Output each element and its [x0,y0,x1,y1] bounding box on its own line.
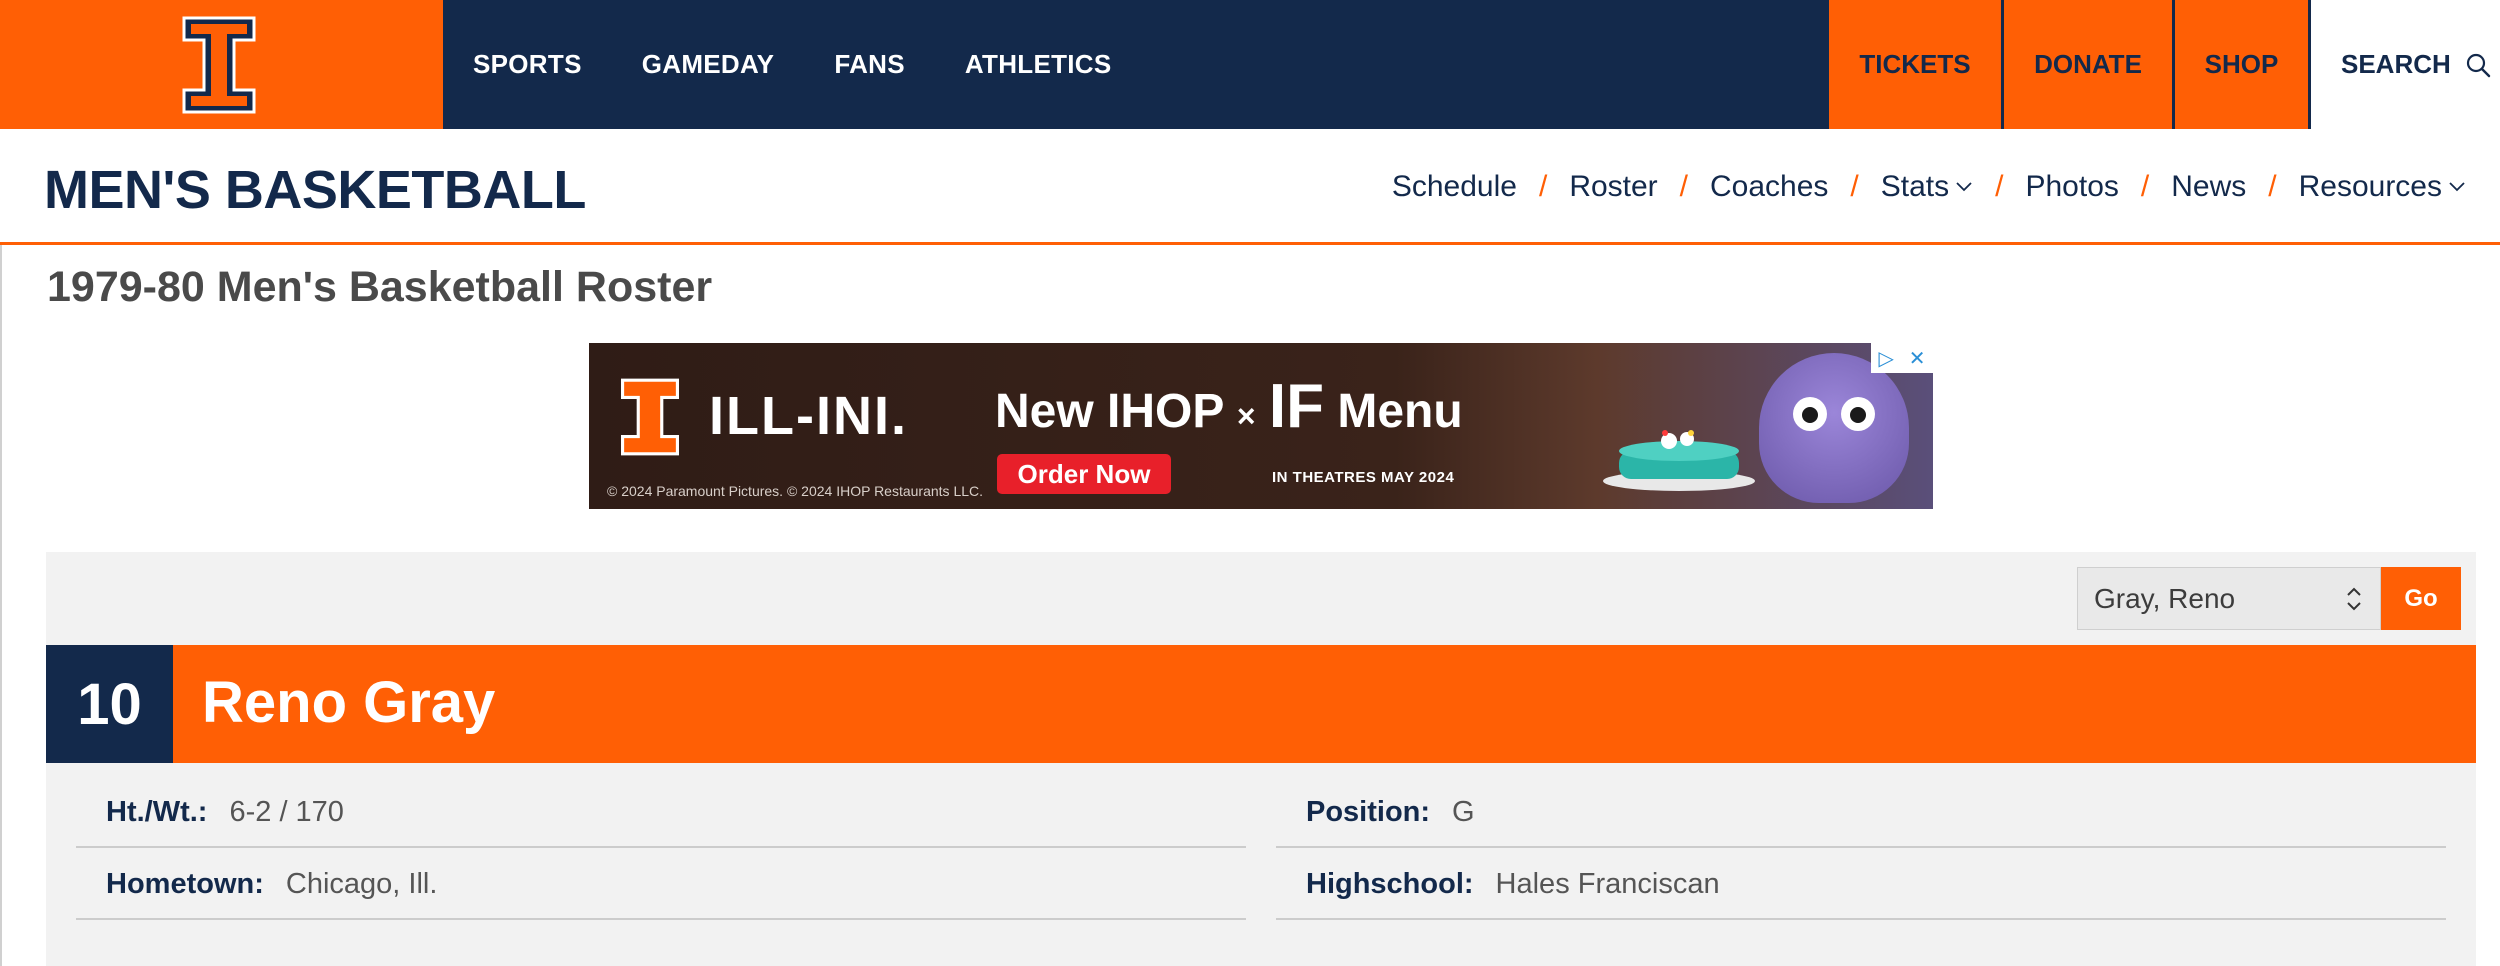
illinois-logo-link[interactable] [0,0,443,129]
sport-nav-resources[interactable]: Resources [2299,170,2466,204]
sport-nav-resources-label: Resources [2298,170,2442,203]
sport-title[interactable]: MEN'S BASKETBALL [44,159,586,221]
position-label: Position: [1306,795,1431,828]
ad-headline-x: × [1236,398,1256,434]
block-i-logo-icon [182,16,256,114]
ad-headline-ihop: IHOP [1107,385,1224,438]
search-icon [2466,53,2490,77]
page-left-border [0,245,2,966]
eye-icon [1793,397,1827,431]
sport-nav-news[interactable]: News [2171,170,2246,204]
highschool-row: Highschool: Hales Franciscan [1276,850,2446,920]
top-navigation-bar: SPORTS GAMEDAY FANS ATHLETICS TICKETS DO… [0,0,2500,129]
sport-nav: Schedule / Roster / Coaches / Stats / Ph… [1392,129,2466,245]
block-i-logo-icon [621,378,679,456]
shop-button[interactable]: SHOP [2175,0,2308,129]
nav-separator: / [1538,170,1548,203]
player-name: Reno Gray [202,670,496,735]
eye-icon [1841,397,1875,431]
nav-gameday[interactable]: GAMEDAY [642,49,775,80]
ad-choices-badge[interactable]: ▷ ✕ [1871,343,1933,373]
nav-separator: / [1850,170,1859,203]
height-weight-row: Ht./Wt.: 6-2 / 170 [76,778,1246,848]
nav-separator: / [2140,170,2150,203]
ad-character-image [1759,353,1909,503]
pancake-stack-icon [1603,430,1755,491]
nav-separator: / [2268,170,2277,203]
height-weight-value: 6-2 / 170 [229,795,344,828]
ad-headline-menu: Menu [1337,385,1463,438]
hometown-label: Hometown: [106,867,264,900]
sport-nav-stats[interactable]: Stats [1881,170,1973,204]
player-select[interactable]: Gray, Reno [2077,567,2381,630]
nav-athletics[interactable]: ATHLETICS [965,49,1112,80]
sport-header: MEN'S BASKETBALL Schedule / Roster / Coa… [0,129,2500,245]
search-label: SEARCH [2341,49,2451,79]
player-select-value: Gray, Reno [2094,582,2236,614]
donate-button[interactable]: DONATE [2004,0,2172,129]
tickets-button[interactable]: TICKETS [1829,0,2001,129]
position-row: Position: G [1276,778,2446,848]
ad-order-now-button[interactable]: Order Now [997,454,1171,494]
hometown-row: Hometown: Chicago, Ill. [76,850,1246,920]
sport-nav-roster[interactable]: Roster [1569,170,1657,204]
ad-brand-text: ILL-INI. [709,386,908,446]
ad-headline: New IHOP × IF Menu [995,371,1463,442]
chevron-down-icon [2449,182,2465,192]
go-button[interactable]: Go [2381,567,2461,630]
highschool-label: Highschool: [1306,867,1474,900]
ad-headline-new: New [995,385,1094,438]
nav-separator: / [1995,170,2004,203]
sport-nav-coaches[interactable]: Coaches [1710,170,1828,204]
ad-copyright: © 2024 Paramount Pictures. © 2024 IHOP R… [607,483,984,499]
position-value: G [1452,795,1475,828]
select-arrows-icon [2347,587,2361,611]
ad-choices-icon[interactable]: ▷ [1878,346,1893,371]
nav-fans[interactable]: FANS [834,49,905,80]
sport-nav-schedule[interactable]: Schedule [1392,170,1517,204]
nav-separator: / [1679,170,1689,203]
hometown-value: Chicago, Ill. [285,867,438,900]
sport-nav-photos[interactable]: Photos [2025,170,2118,204]
highschool-value: Hales Franciscan [1495,867,1720,900]
height-weight-label: Ht./Wt.: [106,795,208,828]
main-nav: SPORTS GAMEDAY FANS ATHLETICS [473,0,1112,129]
ad-headline-if: IF [1268,372,1325,441]
advertisement-banner[interactable]: ILL-INI. New IHOP × IF Menu Order Now © … [589,343,1933,509]
page-title: 1979-80 Men's Basketball Roster [47,263,713,311]
jersey-number: 10 [46,645,173,763]
ad-release-date: IN THEATRES MAY 2024 [1272,469,1455,486]
nav-sports[interactable]: SPORTS [473,49,582,80]
chevron-down-icon [1956,182,1972,192]
sport-nav-stats-label: Stats [1880,170,1950,203]
close-icon[interactable]: ✕ [1909,346,1926,371]
search-button[interactable]: SEARCH [2311,0,2500,129]
